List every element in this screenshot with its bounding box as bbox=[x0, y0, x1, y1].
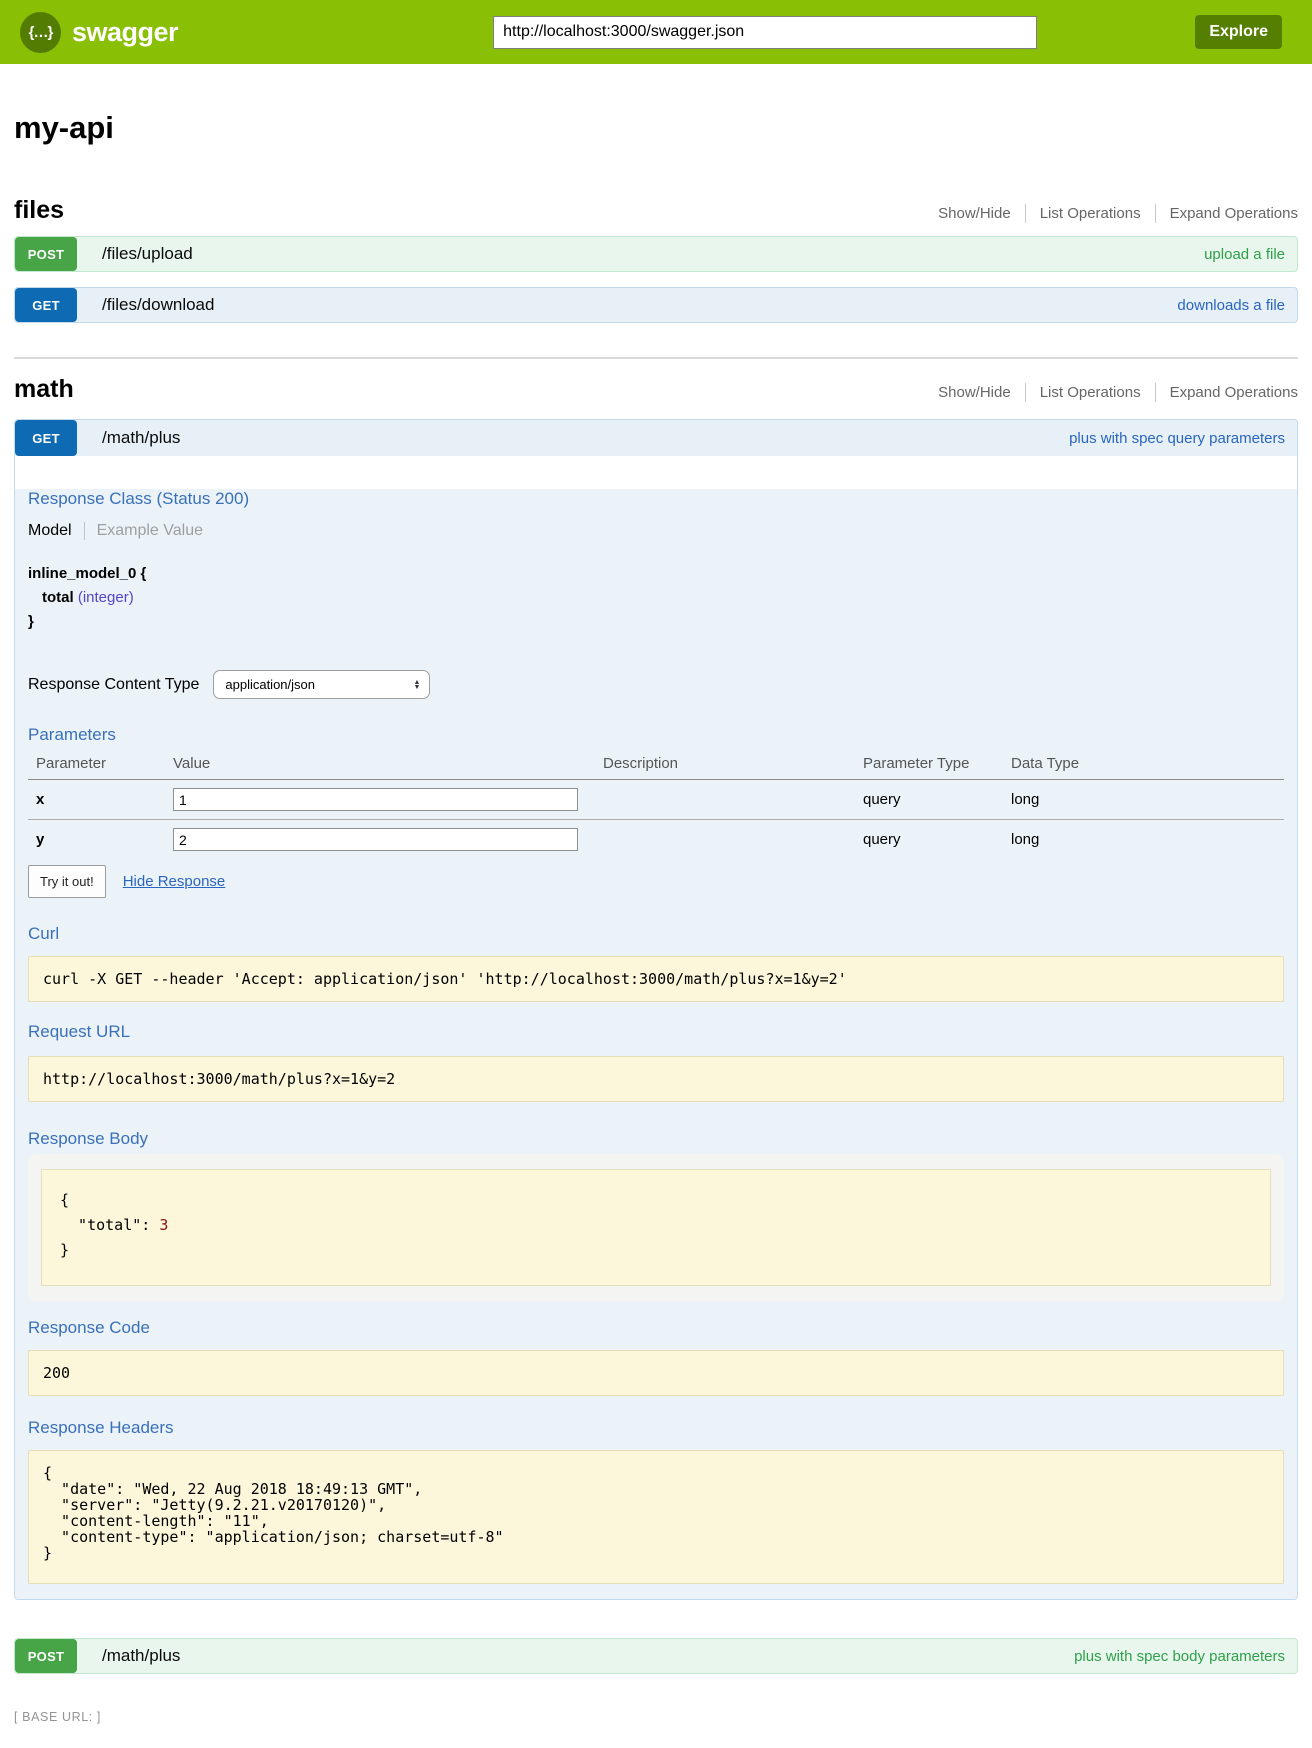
response-body-heading: Response Body bbox=[28, 1129, 1284, 1149]
list-operations-link[interactable]: List Operations bbox=[1025, 383, 1155, 402]
parameters-heading: Parameters bbox=[28, 725, 1284, 745]
expand-operations-link[interactable]: Expand Operations bbox=[1155, 204, 1298, 223]
parameter-type: query bbox=[863, 791, 1011, 808]
response-content-type-label: Response Content Type bbox=[28, 676, 199, 694]
request-url-box: http://localhost:3000/math/plus?x=1&y=2 bbox=[28, 1056, 1284, 1102]
parameter-name: x bbox=[28, 791, 173, 808]
swagger-logo-icon: {…} bbox=[20, 12, 61, 53]
op-path[interactable]: /files/download bbox=[102, 295, 214, 315]
main-content: my-api files Show/Hide List Operations E… bbox=[0, 110, 1312, 1674]
base-url-footer: [ BASE URL: ] bbox=[14, 1710, 1312, 1724]
response-code-heading: Response Code bbox=[28, 1318, 1284, 1338]
response-headers-box: { "date": "Wed, 22 Aug 2018 18:49:13 GMT… bbox=[28, 1450, 1284, 1584]
op-row-post-math-plus[interactable]: POST /math/plus plus with spec body para… bbox=[14, 1638, 1298, 1674]
show-hide-link[interactable]: Show/Hide bbox=[924, 383, 1025, 402]
response-body-container: { "total": 3 } bbox=[28, 1154, 1284, 1301]
response-code-box: 200 bbox=[28, 1350, 1284, 1396]
parameter-name: y bbox=[28, 831, 173, 848]
page-title: my-api bbox=[14, 110, 1298, 146]
hide-response-link[interactable]: Hide Response bbox=[123, 873, 226, 890]
op-path[interactable]: /math/plus bbox=[102, 1646, 180, 1666]
post-method-badge: POST bbox=[15, 237, 77, 271]
model-close-line: } bbox=[28, 610, 1284, 634]
section-divider bbox=[14, 357, 1298, 359]
response-body-json: { "total": 3 } bbox=[41, 1169, 1271, 1286]
swagger-brand[interactable]: {…} swagger bbox=[20, 12, 248, 53]
math-section-heading: math Show/Hide List Operations Expand Op… bbox=[14, 375, 1298, 404]
col-data-type: Data Type bbox=[1011, 755, 1284, 772]
response-content-type-select[interactable]: application/json ▲▼ bbox=[213, 670, 430, 699]
model-property-name: total bbox=[42, 589, 74, 606]
selected-content-type: application/json bbox=[225, 677, 315, 692]
section-title-files: files bbox=[14, 196, 64, 225]
get-method-badge: GET bbox=[15, 288, 77, 322]
json-prefix: { "total": bbox=[60, 1191, 159, 1234]
tab-model[interactable]: Model bbox=[28, 522, 84, 540]
op-summary-link[interactable]: upload a file bbox=[1204, 246, 1285, 263]
parameter-data-type: long bbox=[1011, 791, 1284, 808]
parameters-table: Parameter Value Description Parameter Ty… bbox=[28, 755, 1284, 859]
response-content-type-row: Response Content Type application/json ▲… bbox=[28, 670, 1284, 699]
get-method-badge: GET bbox=[15, 420, 77, 456]
parameters-table-header: Parameter Value Description Parameter Ty… bbox=[28, 755, 1284, 780]
op-path[interactable]: /files/upload bbox=[102, 244, 193, 264]
post-method-badge: POST bbox=[15, 1639, 77, 1673]
curl-command-box: curl -X GET --header 'Accept: applicatio… bbox=[28, 956, 1284, 1002]
section-title-math: math bbox=[14, 375, 74, 404]
operation-detail-panel: Response Class (Status 200) Model Exampl… bbox=[15, 489, 1297, 1599]
request-url-heading: Request URL bbox=[28, 1022, 1284, 1042]
op-row-get-math-plus[interactable]: GET /math/plus plus with spec query para… bbox=[15, 420, 1297, 456]
op-row-get-files-download[interactable]: GET /files/download downloads a file bbox=[14, 287, 1298, 323]
op-row-post-files-upload[interactable]: POST /files/upload upload a file bbox=[14, 236, 1298, 272]
model-property-type: (integer) bbox=[78, 589, 134, 606]
col-parameter-type: Parameter Type bbox=[863, 755, 1011, 772]
col-value: Value bbox=[173, 755, 603, 772]
model-tabs: Model Example Value bbox=[28, 522, 1284, 540]
op-path[interactable]: /math/plus bbox=[102, 428, 180, 448]
try-it-out-button[interactable]: Try it out! bbox=[28, 865, 106, 898]
math-section-controls: Show/Hide List Operations Expand Operati… bbox=[924, 383, 1298, 402]
spec-url-input[interactable] bbox=[493, 16, 1037, 49]
parameter-x-input[interactable] bbox=[173, 788, 578, 811]
list-operations-link[interactable]: List Operations bbox=[1025, 204, 1155, 223]
select-arrows-icon: ▲▼ bbox=[413, 680, 420, 690]
explore-button[interactable]: Explore bbox=[1195, 15, 1282, 49]
files-section-heading: files Show/Hide List Operations Expand O… bbox=[14, 196, 1298, 225]
json-suffix: } bbox=[60, 1241, 69, 1259]
parameter-row-y: y query long bbox=[28, 820, 1284, 859]
response-class-heading: Response Class (Status 200) bbox=[28, 489, 1284, 509]
op-summary-link[interactable]: plus with spec query parameters bbox=[1069, 430, 1285, 447]
brand-name: swagger bbox=[72, 17, 178, 48]
op-expanded-get-math-plus: GET /math/plus plus with spec query para… bbox=[14, 419, 1298, 1600]
parameter-type: query bbox=[863, 831, 1011, 848]
op-summary-link[interactable]: plus with spec body parameters bbox=[1074, 1648, 1285, 1665]
expand-operations-link[interactable]: Expand Operations bbox=[1155, 383, 1298, 402]
model-open-line: inline_model_0 { bbox=[28, 562, 1284, 586]
col-parameter: Parameter bbox=[28, 755, 173, 772]
parameter-data-type: long bbox=[1011, 831, 1284, 848]
json-total-value: 3 bbox=[159, 1216, 168, 1234]
op-summary-link[interactable]: downloads a file bbox=[1177, 297, 1285, 314]
header-bar: {…} swagger Explore bbox=[0, 0, 1312, 64]
try-it-out-row: Try it out! Hide Response bbox=[28, 865, 1284, 898]
parameter-row-x: x query long bbox=[28, 780, 1284, 820]
response-headers-heading: Response Headers bbox=[28, 1418, 1284, 1438]
files-section-controls: Show/Hide List Operations Expand Operati… bbox=[924, 204, 1298, 223]
col-description: Description bbox=[603, 755, 863, 772]
parameter-y-input[interactable] bbox=[173, 828, 578, 851]
model-signature: inline_model_0 { total (integer) } bbox=[28, 562, 1284, 634]
show-hide-link[interactable]: Show/Hide bbox=[924, 204, 1025, 223]
model-property-line: total (integer) bbox=[28, 586, 1284, 610]
tab-example-value[interactable]: Example Value bbox=[84, 522, 203, 540]
curl-heading: Curl bbox=[28, 924, 1284, 944]
